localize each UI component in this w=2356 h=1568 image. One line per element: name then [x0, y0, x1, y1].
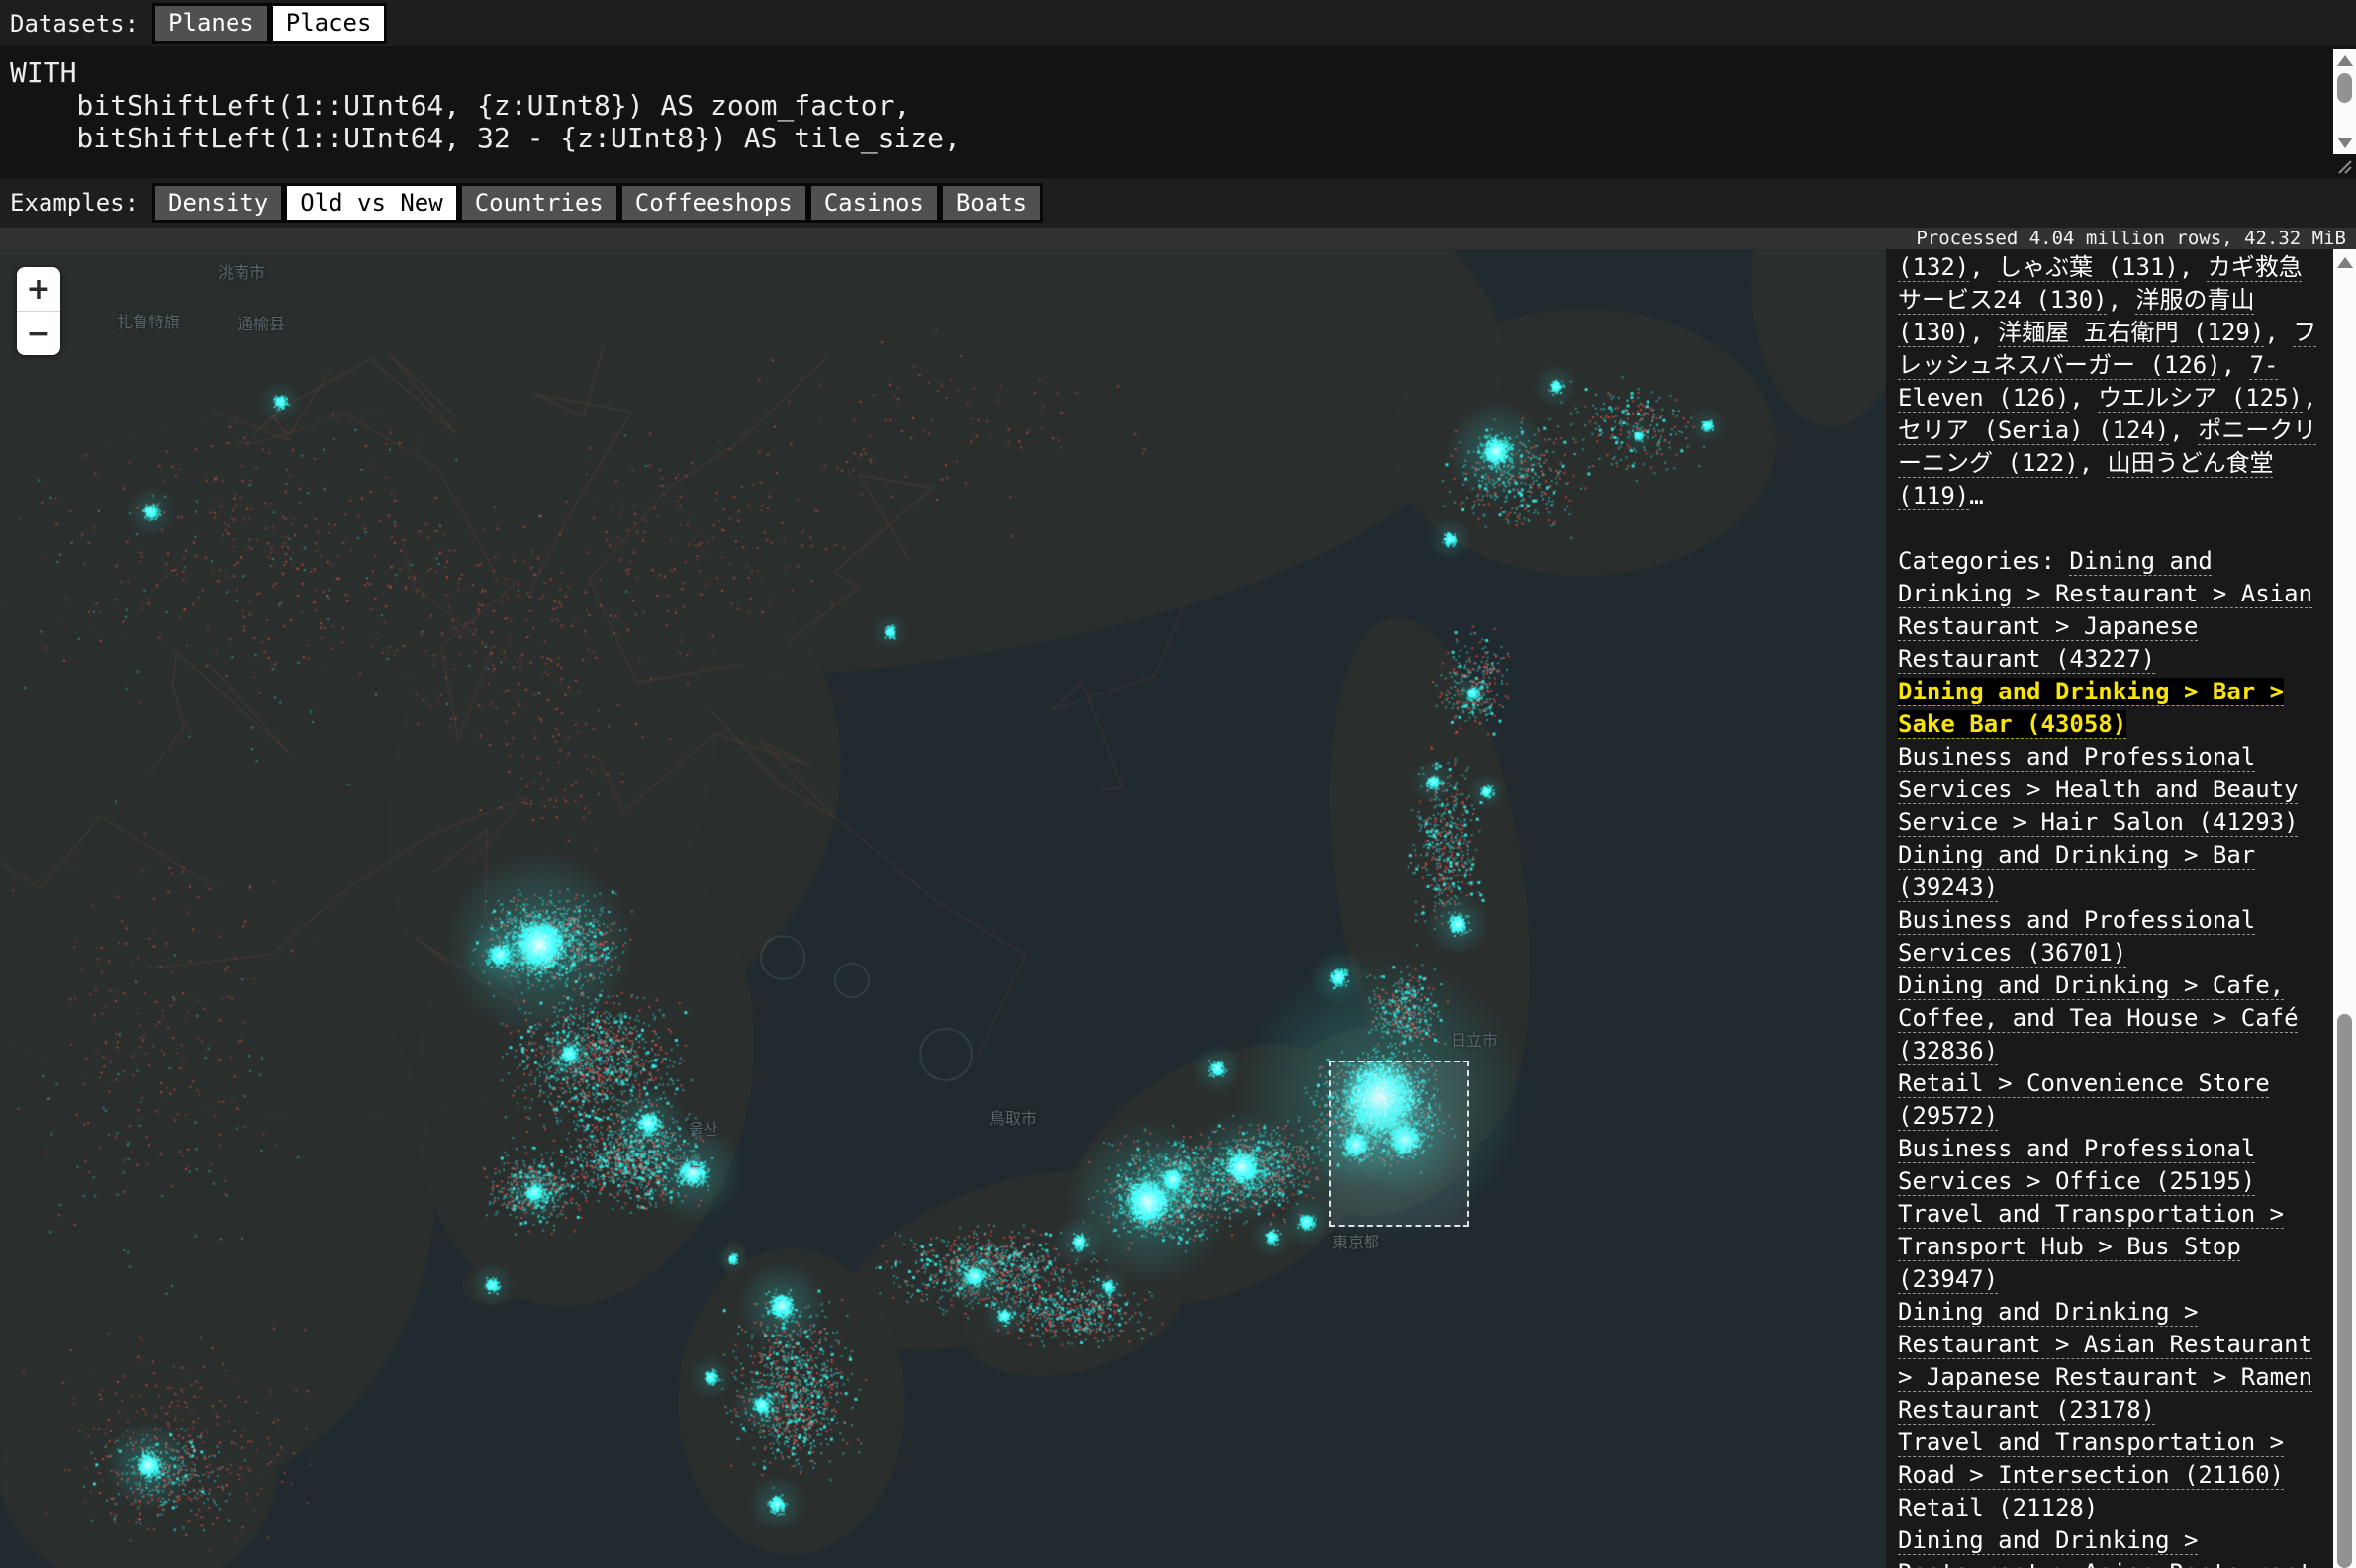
category-link[interactable]: Dining and Drinking > Cafe, Coffee, and …	[1898, 971, 2299, 1064]
brands-paragraph: (132), しゃぶ葉 (131), カギ救急サービス24 (130), 洋服の…	[1898, 251, 2321, 512]
map-place-label: 東京都	[1332, 1229, 1379, 1252]
main-row: 洮南市扎鲁特旗 通榆县 울산부산 鳥取市 日立市東京都 + − (132), しゃぶ葉 …	[0, 249, 2356, 1568]
textarea-resize-grip-icon[interactable]	[2334, 156, 2354, 176]
category-link[interactable]: Retail (21128)	[1898, 1494, 2098, 1522]
example-button-casinos[interactable]: Casinos	[808, 183, 940, 224]
map-place-label: 洮南市	[218, 259, 265, 283]
category-link[interactable]: Dining and Drinking > Restaurant > Asian…	[1898, 1526, 2312, 1568]
brands-ellipsis: …	[1969, 482, 1983, 509]
zoom-out-button[interactable]: −	[17, 312, 60, 355]
map-place-label: 울산	[689, 1116, 717, 1140]
example-button-coffeeshops[interactable]: Coffeeshops	[619, 183, 808, 224]
category-link[interactable]: Travel and Transportation > Road > Inter…	[1898, 1429, 2284, 1489]
sql-editor[interactable]: WITH bitShiftLeft(1::UInt64, {z:UInt8}) …	[0, 46, 2356, 178]
app: { "datasets_bar": { "label": "Datasets:"…	[0, 0, 2356, 1568]
map-place-label: 부산	[673, 1148, 702, 1171]
category-link[interactable]: Travel and Transportation > Transport Hu…	[1898, 1200, 2284, 1293]
scroll-up-arrow-icon[interactable]	[2337, 257, 2353, 268]
categories-label: Categories:	[1898, 547, 2069, 575]
example-button-old-vs-new[interactable]: Old vs New	[284, 183, 459, 224]
sidebar-scrollbar[interactable]	[2333, 249, 2356, 1568]
status-text: Processed 4.04 million rows, 42.32 MiB	[1916, 228, 2346, 249]
map-zoom-control: + −	[17, 267, 60, 355]
dataset-button-planes[interactable]: Planes	[152, 3, 270, 44]
sql-scrollbar-thumb[interactable]	[2337, 73, 2352, 103]
category-link[interactable]: Business and Professional Services > Hea…	[1898, 743, 2299, 836]
category-link[interactable]: Retail > Convenience Store (29572)	[1898, 1069, 2270, 1130]
selection-box[interactable]	[1329, 1061, 1469, 1227]
map-place-label: 鳥取市	[990, 1105, 1037, 1129]
sql-code[interactable]: WITH bitShiftLeft(1::UInt64, {z:UInt8}) …	[0, 46, 2356, 154]
map-place-label: 扎鲁特旗	[117, 309, 180, 332]
example-button-boats[interactable]: Boats	[940, 183, 1043, 224]
status-bar: Processed 4.04 million rows, 42.32 MiB	[0, 228, 2356, 249]
category-link-highlighted[interactable]: Dining and Drinking > Bar > Sake Bar (43…	[1898, 678, 2284, 738]
category-link[interactable]: Dining and Drinking > Restaurant > Asian…	[1898, 1298, 2312, 1424]
results-sidebar[interactable]: (132), しゃぶ葉 (131), カギ救急サービス24 (130), 洋服の…	[1886, 249, 2333, 1568]
brand-link[interactable]: 洋麺屋 五右衛門 (129)	[1998, 319, 2264, 346]
example-button-density[interactable]: Density	[152, 183, 284, 224]
examples-button-group: DensityOld vs NewCountriesCoffeeshopsCas…	[152, 183, 1043, 224]
example-button-countries[interactable]: Countries	[459, 183, 619, 224]
brand-link[interactable]: ウエルシア (125)	[2098, 384, 2303, 412]
map-canvas[interactable]	[0, 249, 1886, 1568]
map[interactable]: 洮南市扎鲁特旗 通榆县 울산부산 鳥取市 日立市東京都 + −	[0, 249, 1886, 1568]
category-link[interactable]: Business and Professional Services > Off…	[1898, 1135, 2255, 1195]
examples-label: Examples:	[10, 189, 139, 217]
brand-link[interactable]: (132)	[1898, 253, 1969, 281]
scroll-down-arrow-icon[interactable]	[2337, 138, 2353, 148]
brand-link[interactable]: セリア (Seria) (124)	[1898, 416, 2169, 444]
map-place-label: 日立市	[1451, 1027, 1498, 1051]
category-link[interactable]: Dining and Drinking > Bar (39243)	[1898, 841, 2255, 901]
sql-scrollbar[interactable]	[2333, 49, 2356, 154]
brand-link[interactable]: しゃぶ葉 (131)	[1998, 253, 2179, 281]
categories-paragraph: Categories: Dining and Drinking > Restau…	[1898, 545, 2321, 1568]
datasets-label: Datasets:	[10, 10, 139, 38]
category-link[interactable]: Business and Professional Services (3670…	[1898, 906, 2255, 967]
examples-bar: Examples: DensityOld vs NewCountriesCoff…	[0, 178, 2356, 228]
dataset-button-places[interactable]: Places	[270, 3, 388, 44]
sidebar-scrollbar-thumb[interactable]	[2337, 1014, 2352, 1568]
scroll-up-arrow-icon[interactable]	[2337, 55, 2353, 66]
datasets-button-group: PlanesPlaces	[152, 3, 387, 44]
map-place-label: 通榆县	[237, 311, 285, 334]
zoom-in-button[interactable]: +	[17, 267, 60, 312]
datasets-bar: Datasets: PlanesPlaces	[0, 0, 2356, 46]
